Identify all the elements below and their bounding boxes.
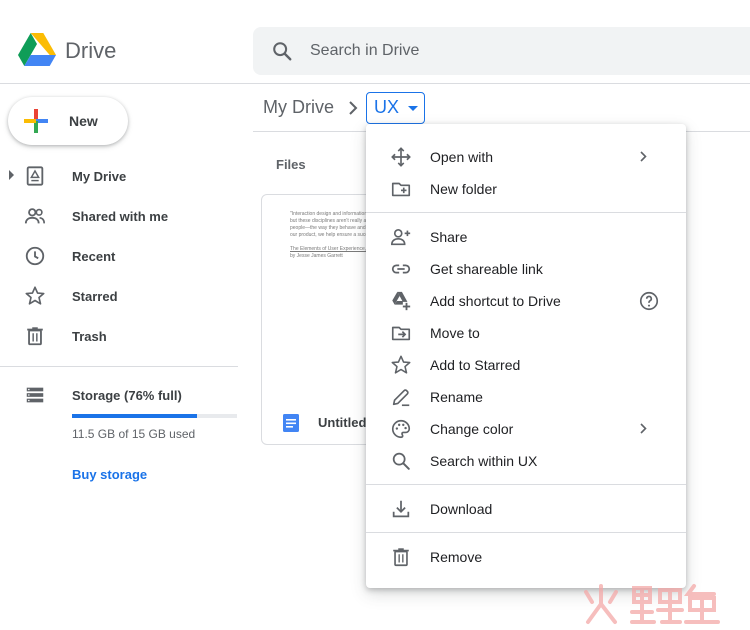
menu-divider	[366, 532, 686, 533]
sidebar-item-label: Starred	[72, 289, 118, 304]
submenu-chevron-icon	[640, 151, 647, 162]
search-input[interactable]: Search in Drive	[310, 42, 419, 60]
menu-item-label: Share	[430, 229, 468, 245]
sidebar-item-label: Trash	[72, 329, 107, 344]
dropdown-arrow-icon	[408, 106, 418, 111]
new-folder-icon	[391, 182, 411, 197]
star-icon	[391, 355, 411, 374]
plus-icon	[24, 109, 48, 133]
menu-item-label: Rename	[430, 389, 483, 405]
menu-item-move-to[interactable]: Move to	[366, 316, 686, 348]
files-section-label: Files	[276, 157, 306, 172]
move-to-folder-icon	[391, 326, 411, 341]
drive-shortcut-icon	[392, 291, 411, 311]
storage-progress-fill	[72, 414, 198, 418]
new-button-label: New	[69, 113, 98, 129]
breadcrumb-my-drive[interactable]: My Drive	[263, 97, 334, 118]
menu-item-search-within[interactable]: Search within UX	[366, 444, 686, 476]
sidebar-item-label: Shared with me	[72, 209, 169, 224]
menu-item-label: Download	[430, 501, 493, 517]
menu-item-new-folder[interactable]: New folder	[366, 172, 686, 204]
sidebar-item-recent[interactable]: Recent	[0, 240, 238, 272]
storage-progress-bar	[72, 414, 237, 418]
app-name: Drive	[65, 38, 117, 63]
menu-item-label: Change color	[430, 421, 514, 437]
link-icon	[391, 264, 411, 274]
menu-item-label: Move to	[430, 325, 480, 341]
menu-item-add-shortcut[interactable]: Add shortcut to Drive	[366, 284, 686, 316]
header-divider	[0, 83, 750, 84]
sidebar-item-label: Recent	[72, 249, 116, 264]
menu-item-add-starred[interactable]: Add to Starred	[366, 348, 686, 380]
my-drive-icon	[26, 166, 44, 186]
download-icon	[392, 500, 410, 518]
sidebar-item-shared[interactable]: Shared with me	[0, 200, 238, 232]
search-bar[interactable]: Search in Drive	[253, 27, 750, 75]
google-drive-logo	[18, 33, 56, 66]
menu-item-label: Remove	[430, 549, 483, 565]
menu-item-open-with[interactable]: Open with	[366, 140, 686, 172]
menu-item-label: Add to Starred	[430, 357, 521, 373]
sidebar-divider	[0, 366, 238, 367]
menu-item-remove[interactable]: Remove	[366, 540, 686, 572]
sidebar-item-my-drive[interactable]: My Drive	[0, 160, 238, 192]
trash-icon	[27, 327, 43, 346]
menu-item-download[interactable]: Download	[366, 492, 686, 524]
menu-item-label: Add shortcut to Drive	[430, 293, 561, 309]
move-arrows-icon	[391, 147, 411, 167]
star-icon	[25, 286, 45, 305]
menu-item-label: New folder	[430, 181, 497, 197]
menu-divider	[366, 484, 686, 485]
menu-item-label: Search within UX	[430, 453, 538, 469]
menu-item-get-link[interactable]: Get shareable link	[366, 252, 686, 284]
menu-item-label: Get shareable link	[430, 261, 543, 277]
buy-storage-link[interactable]: Buy storage	[72, 467, 147, 482]
submenu-chevron-icon	[640, 423, 647, 434]
pencil-icon	[392, 389, 410, 407]
sidebar-item-trash[interactable]: Trash	[0, 320, 238, 352]
menu-item-share[interactable]: Share	[366, 220, 686, 252]
help-icon[interactable]	[638, 290, 660, 312]
expand-caret-icon[interactable]	[9, 170, 14, 180]
sidebar-item-starred[interactable]: Starred	[0, 280, 238, 312]
clock-icon	[25, 246, 45, 266]
new-button[interactable]: New	[8, 97, 128, 145]
chevron-right-icon	[349, 101, 358, 115]
menu-item-label: Open with	[430, 149, 494, 165]
breadcrumb-current-label: UX	[374, 97, 400, 117]
breadcrumb-current-folder[interactable]: UX	[366, 92, 425, 124]
search-icon	[273, 42, 292, 61]
sidebar-item-label: My Drive	[72, 169, 127, 184]
people-icon	[24, 208, 45, 224]
trash-icon	[393, 548, 409, 567]
storage-used-text: 11.5 GB of 15 GB used	[72, 427, 196, 441]
search-icon	[392, 452, 410, 470]
storage-icon	[26, 387, 44, 403]
menu-item-change-color[interactable]: Change color	[366, 412, 686, 444]
context-menu: Open with New folder Share Get shareable…	[366, 124, 686, 588]
palette-icon	[392, 419, 411, 439]
google-docs-icon	[283, 414, 299, 432]
file-name: Untitled	[318, 415, 367, 430]
menu-item-rename[interactable]: Rename	[366, 380, 686, 412]
watermark-logo	[584, 584, 720, 624]
menu-divider	[366, 212, 686, 213]
storage-title: Storage (76% full)	[72, 388, 182, 403]
person-add-icon	[391, 229, 411, 246]
